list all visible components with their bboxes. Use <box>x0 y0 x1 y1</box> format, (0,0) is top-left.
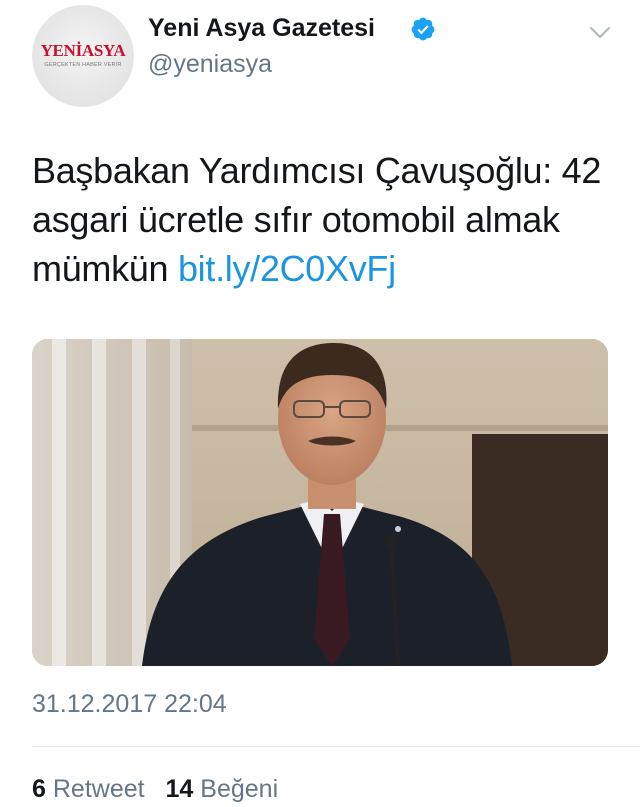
tweet-timestamp: 31.12.2017 22:04 <box>32 690 227 718</box>
tweet-text: Başbakan Yardımcısı Çavuşoğlu: 42 asgari… <box>32 146 622 293</box>
tweet-stats: 6 Retweet 14 Beğeni <box>32 775 292 804</box>
photo-illustration <box>32 339 608 666</box>
tweet-card: YENİASYA GERÇEKTEN HABER VERİR Yeni Asya… <box>0 0 640 807</box>
author-display-name[interactable]: Yeni Asya Gazetesi <box>148 14 375 43</box>
avatar-brand-text: YENİASYA <box>40 41 126 60</box>
verified-badge-icon <box>411 17 435 41</box>
author-handle[interactable]: @yeniasya <box>148 50 272 79</box>
avatar-tagline-text: GERÇEKTEN HABER VERİR <box>44 62 122 68</box>
retweet-count: 6 <box>32 775 46 803</box>
retweet-label: Retweet <box>52 775 145 803</box>
like-count: 14 <box>165 775 194 803</box>
like-label: Beğeni <box>200 775 279 803</box>
tweet-photo[interactable] <box>32 339 608 666</box>
tweet-link[interactable]: bit.ly/2C0XvFj <box>178 248 396 289</box>
retweet-stat[interactable]: 6 Retweet <box>32 775 145 803</box>
like-stat[interactable]: 14 Beğeni <box>166 775 279 803</box>
stats-divider <box>32 746 640 747</box>
author-avatar[interactable]: YENİASYA GERÇEKTEN HABER VERİR <box>32 5 134 107</box>
chevron-down-icon[interactable] <box>588 20 612 44</box>
